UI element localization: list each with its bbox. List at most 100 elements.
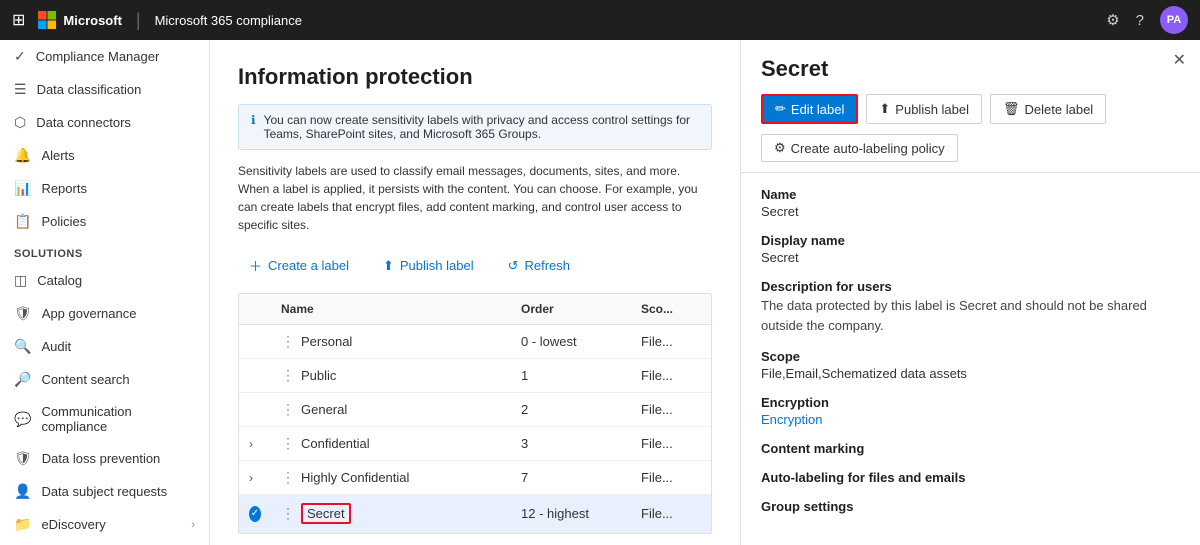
encryption-value[interactable]: Encryption <box>761 412 1180 427</box>
content-search-icon: 🔎 <box>14 371 31 388</box>
audit-icon: 🔍 <box>14 338 31 355</box>
sidebar-item-data-connectors[interactable]: ⬡ Data connectors <box>0 106 209 139</box>
sidebar-item-label: Catalog <box>37 273 82 288</box>
settings-icon[interactable]: ⚙ <box>1106 11 1119 29</box>
sidebar-item-label: Data subject requests <box>41 484 167 499</box>
sidebar-item-ediscovery[interactable]: 📁 eDiscovery › <box>0 508 209 541</box>
ediscovery-chevron-icon: › <box>191 519 195 531</box>
info-bar: ℹ You can now create sensitivity labels … <box>238 104 712 150</box>
info-icon: ℹ <box>251 113 256 141</box>
panel-actions: ✏ Edit label ⬆ Publish label 🗑 Delete la… <box>761 94 1180 124</box>
row-menu-icon[interactable]: ⋮ <box>281 505 295 522</box>
sidebar-item-label: Data classification <box>37 82 142 97</box>
expand-icon[interactable]: › <box>249 471 253 485</box>
sidebar-item-catalog[interactable]: ◫ Catalog <box>0 264 209 297</box>
row-menu-icon[interactable]: ⋮ <box>281 435 295 452</box>
expand-icon[interactable]: › <box>249 437 253 451</box>
row-order: 7 <box>511 462 631 493</box>
table-row[interactable]: ⋮ Personal 0 - lowest File... <box>239 325 711 359</box>
name-value: Secret <box>761 204 1180 219</box>
app-governance-icon: 🛡 <box>14 305 32 322</box>
data-classification-icon: ☰ <box>14 81 27 98</box>
sidebar-item-label: App governance <box>42 306 137 321</box>
panel-body: Name Secret Display name Secret Descript… <box>741 173 1200 542</box>
auto-labeling-label: Auto-labeling for files and emails <box>761 470 1180 485</box>
logo: Microsoft <box>37 10 122 30</box>
row-name-cell: ⋮ Highly Confidential <box>271 461 511 494</box>
sidebar-item-data-loss-prevention[interactable]: 🛡 Data loss prevention <box>0 442 209 475</box>
publish-panel-icon: ⬆ <box>879 101 890 117</box>
row-menu-icon[interactable]: ⋮ <box>281 401 295 418</box>
row-name: Highly Confidential <box>301 470 409 485</box>
table-row[interactable]: ⋮ General 2 File... <box>239 393 711 427</box>
col-name[interactable]: Name <box>271 294 511 324</box>
sidebar-item-data-classification[interactable]: ☰ Data classification <box>0 73 209 106</box>
avatar[interactable]: PA <box>1160 6 1188 34</box>
row-menu-icon[interactable]: ⋮ <box>281 333 295 350</box>
sidebar-item-alerts[interactable]: 🔔 Alerts <box>0 139 209 172</box>
row-scope: File... <box>631 428 711 459</box>
publish-label-panel-button[interactable]: ⬆ Publish label <box>866 94 982 124</box>
refresh-text: Refresh <box>525 258 571 273</box>
ediscovery-icon: 📁 <box>14 516 31 533</box>
edit-icon: ✏ <box>775 101 786 117</box>
sidebar-item-communication-compliance[interactable]: 💬 Communication compliance <box>0 396 209 442</box>
toolbar: ＋ Create a label ⬆ Publish label ↺ Refre… <box>238 250 712 281</box>
delete-label-button[interactable]: 🗑 Delete label <box>990 94 1106 124</box>
sidebar-item-content-search[interactable]: 🔎 Content search <box>0 363 209 396</box>
row-order: 1 <box>511 360 631 391</box>
page-title: Information protection <box>238 64 712 90</box>
publish-label-panel-text: Publish label <box>895 102 969 117</box>
row-order: 0 - lowest <box>511 326 631 357</box>
row-scope: File... <box>631 326 711 357</box>
sidebar-item-information-governance[interactable]: 📋 Information governance <box>0 541 209 545</box>
row-name: General <box>301 402 347 417</box>
sidebar-item-audit[interactable]: 🔍 Audit <box>0 330 209 363</box>
row-order: 2 <box>511 394 631 425</box>
help-icon[interactable]: ? <box>1136 12 1144 29</box>
topbar: ⊞ Microsoft | Microsoft 365 compliance ⚙… <box>0 0 1200 40</box>
sidebar-item-policies[interactable]: 📋 Policies <box>0 205 209 238</box>
row-menu-icon[interactable]: ⋮ <box>281 469 295 486</box>
microsoft-text: Microsoft <box>63 13 122 28</box>
table-row[interactable]: › ⋮ Highly Confidential 7 File... <box>239 461 711 495</box>
sidebar-item-label: Data connectors <box>36 115 131 130</box>
panel-close-button[interactable]: ✕ <box>1173 50 1186 70</box>
row-check-cell <box>239 368 271 384</box>
row-menu-icon[interactable]: ⋮ <box>281 367 295 384</box>
table-row-secret[interactable]: ✓ ⋮ Secret 12 - highest File... <box>239 495 711 533</box>
sidebar-item-app-governance[interactable]: 🛡 App governance <box>0 297 209 330</box>
sidebar-item-compliance-manager[interactable]: ✓ Compliance Manager <box>0 40 209 73</box>
group-settings-field: Group settings <box>761 499 1180 514</box>
display-name-field: Display name Secret <box>761 233 1180 265</box>
publish-label-text: Publish label <box>400 258 474 273</box>
sidebar-item-data-subject-requests[interactable]: 👤 Data subject requests <box>0 475 209 508</box>
waffle-icon[interactable]: ⊞ <box>12 10 25 30</box>
table-row[interactable]: › ⋮ Confidential 3 File... <box>239 427 711 461</box>
edit-label-button[interactable]: ✏ Edit label <box>761 94 858 124</box>
sidebar-item-label: Policies <box>41 214 86 229</box>
detail-panel: ✕ Secret ✏ Edit label ⬆ Publish label 🗑 … <box>740 40 1200 545</box>
communication-compliance-icon: 💬 <box>14 411 31 428</box>
refresh-icon: ↺ <box>508 258 519 274</box>
microsoft-logo-icon <box>37 10 57 30</box>
sidebar-item-label: Alerts <box>41 148 74 163</box>
sidebar-item-reports[interactable]: 📊 Reports <box>0 172 209 205</box>
auto-labeling-policy-button[interactable]: ⚙ Create auto-labeling policy <box>761 134 958 162</box>
sidebar-item-label: eDiscovery <box>41 517 105 532</box>
col-order[interactable]: Order <box>511 294 631 324</box>
col-scope[interactable]: Sco... <box>631 294 711 324</box>
publish-label-button[interactable]: ⬆ Publish label <box>372 252 485 280</box>
selected-check-icon: ✓ <box>249 506 261 522</box>
sidebar-item-label: Data loss prevention <box>42 451 161 466</box>
row-name-cell: ⋮ General <box>271 393 511 426</box>
create-label-button[interactable]: ＋ Create a label <box>238 250 360 281</box>
refresh-button[interactable]: ↺ Refresh <box>497 252 581 280</box>
col-check <box>239 294 271 324</box>
catalog-icon: ◫ <box>14 272 27 289</box>
table-row[interactable]: ⋮ Public 1 File... <box>239 359 711 393</box>
row-name-cell: ⋮ Personal <box>271 325 511 358</box>
content-marking-label: Content marking <box>761 441 1180 456</box>
scope-field: Scope File,Email,Schematized data assets <box>761 349 1180 381</box>
row-scope: File... <box>631 498 711 529</box>
